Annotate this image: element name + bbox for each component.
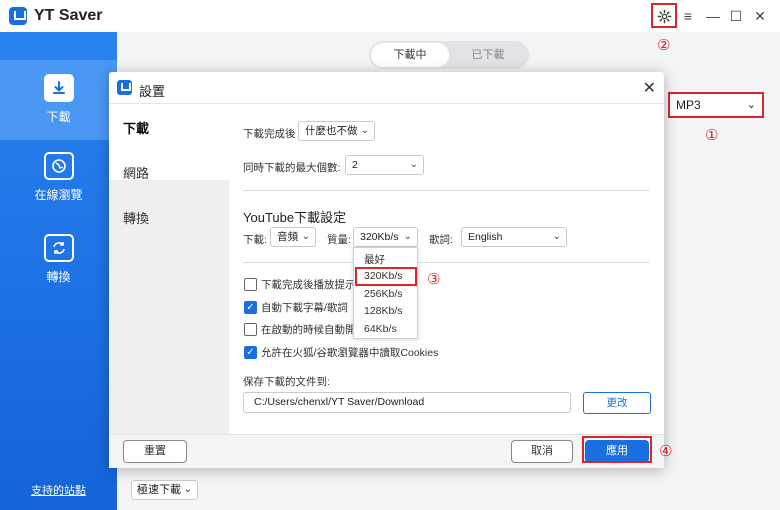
- maximize-icon[interactable]: ☐: [726, 6, 746, 26]
- close-icon[interactable]: ✕: [643, 78, 656, 98]
- quality-option[interactable]: 256Kb/s: [364, 288, 403, 300]
- chevron-down-icon: ⌄: [552, 231, 561, 242]
- menu-icon[interactable]: ≡: [678, 6, 698, 26]
- change-path-button[interactable]: 更改: [583, 392, 651, 414]
- reset-button[interactable]: 重置: [123, 440, 187, 463]
- checkbox-checked[interactable]: ✓: [244, 345, 257, 359]
- sidebar-item-browse[interactable]: 在線瀏覽: [0, 152, 117, 212]
- speed-value: 極速下載: [137, 484, 181, 496]
- checkbox-row[interactable]: 下載完成後播放提示音: [244, 277, 366, 291]
- lyrics-select[interactable]: English ⌄: [461, 227, 567, 247]
- annotation-2: ②: [657, 37, 671, 54]
- checkbox-row[interactable]: ✓ 自動下載字幕/歌詞: [244, 300, 348, 314]
- minimize-icon[interactable]: —: [703, 6, 723, 26]
- max-downloads-value: 2: [352, 159, 358, 171]
- globe-icon: [43, 152, 74, 180]
- quality-option[interactable]: 128Kb/s: [364, 305, 403, 317]
- after-download-value: 什麼也不做: [305, 125, 358, 137]
- download-type-select[interactable]: 音頻 ⌄: [270, 227, 316, 247]
- download-tabs: 下載中 已下載: [369, 41, 529, 69]
- chevron-down-icon: ⌄: [183, 484, 192, 495]
- checkbox[interactable]: [244, 322, 257, 336]
- checkbox-label: 允許在火狐/谷歌瀏覽器中讀取Cookies: [261, 346, 439, 359]
- cancel-button[interactable]: 取消: [511, 440, 573, 463]
- youtube-settings-title: YouTube下載設定: [243, 210, 347, 225]
- checkbox[interactable]: [244, 277, 257, 291]
- quality-option-highlight: [355, 267, 417, 286]
- format-select[interactable]: MP3 ⌄: [668, 92, 764, 118]
- quality-option[interactable]: 64Kb/s: [364, 323, 397, 335]
- annotation-1: ①: [705, 127, 719, 144]
- dialog-footer: 重置 取消 應用: [109, 434, 664, 468]
- nav-item-convert[interactable]: 轉換: [123, 208, 149, 227]
- quality-dropdown: 最好 320Kb/s 256Kb/s 128Kb/s 64Kb/s: [353, 247, 418, 339]
- title-bar: YT Saver ≡ — ☐ ✕: [0, 0, 780, 32]
- after-download-select[interactable]: 什麼也不做 ⌄: [298, 121, 375, 141]
- checkbox-row[interactable]: ✓ 允許在火狐/谷歌瀏覽器中讀取Cookies: [244, 345, 438, 359]
- dialog-header: 設置 ✕: [109, 72, 664, 104]
- settings-content: 下載完成後 什麼也不做 ⌄ 同時下載的最大個數: 2 ⌄ YouTube下載設定…: [229, 104, 664, 434]
- chevron-down-icon: ⌄: [403, 231, 412, 242]
- download-type-value: 音頻: [277, 231, 298, 243]
- save-path-field[interactable]: C:/Users/chenxl/YT Saver/Download: [243, 392, 571, 413]
- apply-highlight: [582, 436, 652, 463]
- tab-downloading[interactable]: 下載中: [371, 43, 449, 67]
- download-type-label: 下載:: [243, 234, 267, 246]
- save-location-label: 保存下載的文件到:: [243, 376, 330, 388]
- max-downloads-select[interactable]: 2 ⌄: [345, 155, 424, 175]
- app-title: YT Saver: [34, 7, 103, 24]
- checkbox-checked[interactable]: ✓: [244, 300, 257, 314]
- sidebar-item-label: 在線瀏覽: [34, 188, 83, 202]
- chevron-down-icon: ⌄: [746, 99, 756, 111]
- checkbox-label: 在啟動的時候自動開始: [261, 323, 366, 336]
- chevron-down-icon: ⌄: [360, 125, 369, 136]
- quality-option[interactable]: 最好: [364, 252, 385, 267]
- format-value: MP3: [676, 98, 701, 112]
- nav-item-download[interactable]: 下載: [123, 118, 149, 137]
- annotation-4: ④: [659, 443, 673, 460]
- sidebar-item-label: 轉換: [46, 270, 71, 284]
- annotation-3: ③: [427, 271, 441, 288]
- after-download-label: 下載完成後: [243, 128, 296, 140]
- quality-label: 質量:: [327, 234, 351, 246]
- checkbox-row[interactable]: 在啟動的時候自動開始: [244, 322, 366, 336]
- divider: [243, 190, 650, 191]
- gear-highlight: [651, 3, 677, 28]
- lyrics-value: English: [468, 231, 503, 243]
- quality-value: 320Kb/s: [360, 231, 399, 243]
- lyrics-label: 歌詞:: [429, 234, 453, 246]
- app-logo-icon: [9, 7, 27, 25]
- speed-select[interactable]: 極速下載 ⌄: [131, 480, 198, 500]
- sidebar-item-convert[interactable]: 轉換: [0, 234, 117, 294]
- dialog-title: 設置: [139, 84, 166, 99]
- chevron-down-icon: ⌄: [409, 159, 418, 170]
- nav-item-network[interactable]: 網路: [123, 163, 149, 182]
- convert-icon: [43, 234, 74, 262]
- chevron-down-icon: ⌄: [301, 231, 310, 242]
- settings-nav: 下載 網路 轉換: [109, 104, 229, 434]
- divider: [243, 262, 650, 263]
- sidebar: 下載 在線瀏覽 轉換: [0, 32, 117, 510]
- checkbox-label: 下載完成後播放提示音: [261, 278, 366, 291]
- max-downloads-label: 同時下載的最大個數:: [243, 162, 341, 174]
- sidebar-item-download[interactable]: 下載: [0, 60, 117, 140]
- close-icon[interactable]: ✕: [750, 6, 770, 26]
- app-logo-icon: [117, 80, 132, 95]
- download-icon: [43, 74, 74, 102]
- tab-downloaded[interactable]: 已下載: [449, 43, 527, 67]
- checkbox-label: 自動下載字幕/歌詞: [261, 301, 348, 314]
- quality-select[interactable]: 320Kb/s ⌄: [353, 227, 418, 247]
- supported-sites-link[interactable]: 支持的站點: [0, 482, 117, 498]
- sidebar-item-label: 下載: [46, 110, 71, 124]
